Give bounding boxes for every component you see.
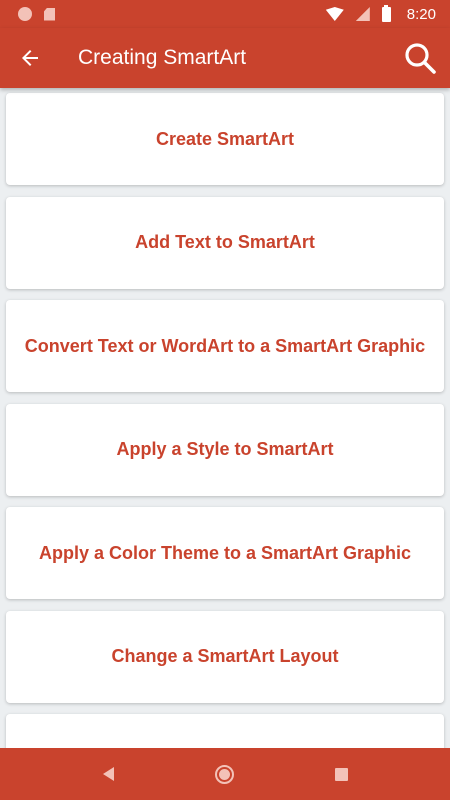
nav-back-icon xyxy=(102,767,114,781)
list-item-label: Create SmartArt xyxy=(155,128,295,149)
list-item[interactable]: Change a SmartArt Layout xyxy=(6,610,444,703)
nav-home-button[interactable] xyxy=(199,748,251,800)
topic-list: Create SmartArt Add Text to SmartArt Con… xyxy=(0,88,450,748)
list-item-label: Apply a Style to SmartArt xyxy=(116,439,334,459)
sd-card-icon xyxy=(44,7,55,21)
status-right: 8:20 xyxy=(325,4,436,23)
status-left xyxy=(18,7,55,21)
navigation-bar xyxy=(0,748,450,800)
nav-recent-icon xyxy=(335,767,349,781)
list-item[interactable]: Add Text to SmartArt xyxy=(6,196,444,289)
list-item-label: Change a SmartArt Layout xyxy=(111,646,339,666)
list-item[interactable]: Convert Text or WordArt to a SmartArt Gr… xyxy=(6,300,444,392)
list-item-label: Convert Text or WordArt to a SmartArt Gr… xyxy=(24,335,426,356)
signal-icon xyxy=(355,7,370,21)
list-item[interactable] xyxy=(6,714,444,748)
nav-back-button[interactable] xyxy=(82,748,134,800)
list-item[interactable]: Apply a Color Theme to a SmartArt Graphi… xyxy=(6,507,444,599)
list-item[interactable]: Apply a Style to SmartArt xyxy=(6,403,444,496)
battery-icon xyxy=(381,4,391,22)
list-item-label: Apply a Color Theme to a SmartArt Graphi… xyxy=(38,542,412,563)
page-title: Creating SmartArt xyxy=(78,46,247,69)
app-screen: 8:20 Creating SmartArt Create SmartArt A… xyxy=(0,0,450,800)
notification-dot-icon xyxy=(18,7,32,21)
status-time: 8:20 xyxy=(406,5,436,23)
nav-home-icon xyxy=(215,764,235,784)
list-item[interactable]: Create SmartArt xyxy=(6,93,444,185)
search-icon xyxy=(405,43,436,74)
search-button[interactable] xyxy=(390,28,450,88)
wifi-icon xyxy=(325,7,344,21)
app-bar: Creating SmartArt xyxy=(0,28,450,88)
nav-recent-button[interactable] xyxy=(316,748,368,800)
arrow-left-icon xyxy=(22,50,38,66)
back-button[interactable] xyxy=(0,28,60,88)
status-bar: 8:20 xyxy=(0,0,450,28)
list-item-label: Add Text to SmartArt xyxy=(135,232,315,252)
